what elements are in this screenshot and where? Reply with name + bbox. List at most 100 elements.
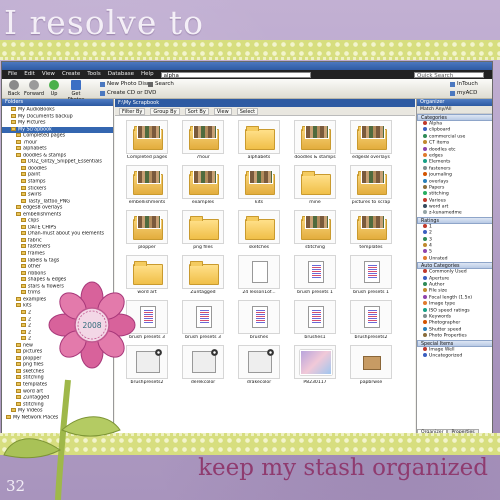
thumbnail-item[interactable]: png files	[177, 210, 229, 252]
thumbnail-item[interactable]: P8230117	[289, 345, 341, 387]
group-by-dropdown[interactable]: Group By	[150, 107, 180, 115]
thumbnail-frame	[182, 345, 224, 379]
disc-icon	[100, 81, 105, 87]
thumbnail-label: doodles & stamps	[294, 155, 336, 160]
auto-category-item-label: Author	[429, 282, 445, 288]
menu-edit[interactable]: Edit	[24, 70, 35, 79]
thumbnail-item[interactable]: brush presets 1	[289, 255, 341, 297]
thumbnail-item[interactable]: brushpresets2	[345, 300, 397, 342]
new-photo-disc-link[interactable]: New Photo Disc	[100, 81, 150, 87]
thumbnail-item[interactable]: doodles & stamps	[289, 120, 341, 162]
tag-color-icon	[423, 236, 427, 241]
thumbnail-item[interactable]: stitching	[289, 210, 341, 252]
select-dropdown[interactable]: Select	[236, 107, 259, 115]
thumbnail-item[interactable]: brushes1	[289, 300, 341, 342]
special-item[interactable]: Uncategorized	[417, 352, 492, 359]
thumbnail-label: plopper	[138, 245, 156, 250]
folders-header: Folders	[2, 99, 113, 106]
menu-create[interactable]: Create	[62, 70, 80, 79]
create-cd-link[interactable]: Create CD or DVD	[100, 90, 156, 96]
menu-view[interactable]: View	[42, 70, 55, 79]
thumbnail-item[interactable]: Completed pages	[121, 120, 173, 162]
thumbnail-frame	[238, 120, 280, 154]
folder-icon	[16, 211, 21, 216]
myacd-icon	[450, 90, 455, 96]
thumbnail-label: brushpresets2	[354, 335, 388, 340]
tag-color-icon	[423, 152, 427, 157]
thumbnail-item[interactable]: derekcolor	[177, 345, 229, 387]
folder-icon	[301, 171, 331, 195]
thumbnail-item[interactable]: kits	[233, 165, 285, 207]
menu-help[interactable]: Help	[141, 70, 154, 79]
category-item-label: Papers	[429, 185, 445, 191]
up-arrow-icon	[49, 80, 59, 90]
search-link[interactable]: Search	[148, 81, 174, 87]
thumbnail-label: brush presets 3	[185, 335, 221, 340]
flower-embellishment: 2008	[3, 281, 136, 500]
tag-color-icon	[423, 326, 427, 331]
myacd-link[interactable]: myACD	[450, 90, 477, 96]
thumbnail-item[interactable]: embellishments	[121, 165, 173, 207]
thumbnail-item[interactable]: plopper	[121, 210, 173, 252]
thumbnail-item[interactable]: edges8 overlays	[345, 120, 397, 162]
tag-color-icon	[423, 352, 427, 357]
auto-categories-section-header[interactable]: Auto Categories	[417, 262, 492, 270]
folder-label: My Pictures	[18, 120, 46, 126]
special-items-section-header[interactable]: Special Items	[417, 339, 492, 347]
special-item-label: Image Well	[429, 347, 455, 352]
intouch-icon	[450, 81, 455, 87]
thumbnail-frame	[350, 120, 392, 154]
thumbnail-item[interactable]: pictures to scrap	[345, 165, 397, 207]
thumbnail-item[interactable]: 7hour	[177, 120, 229, 162]
sort-by-dropdown[interactable]: Sort By	[184, 107, 209, 115]
forward-button[interactable]: Forward	[24, 80, 44, 97]
up-button[interactable]: Up	[44, 80, 64, 97]
thumbnail-label: drakecolor	[246, 380, 272, 385]
menu-database[interactable]: Database	[108, 70, 134, 79]
thumbnail-label: P8230117	[303, 380, 327, 385]
thumbnail-frame	[350, 300, 392, 334]
quick-search-input[interactable]: Quick Search	[414, 71, 484, 79]
forward-arrow-icon	[29, 80, 39, 90]
folder-label: 7hour	[23, 140, 38, 146]
thumbnail-item[interactable]: brush presets 3	[177, 300, 229, 342]
back-arrow-icon	[9, 80, 19, 90]
flower-head: 2008	[48, 281, 136, 369]
folder-icon	[11, 126, 16, 131]
thumbnail-item[interactable]: brush presets 1	[345, 255, 397, 297]
tag-color-icon	[423, 243, 427, 248]
view-dropdown[interactable]: View	[213, 107, 232, 115]
flower-stem	[55, 379, 71, 500]
tag-color-icon	[423, 346, 427, 351]
folder-icon	[21, 172, 26, 177]
tag-color-icon	[423, 127, 427, 132]
categories-section-header[interactable]: Categories	[417, 114, 492, 121]
menu-file[interactable]: File	[8, 70, 17, 79]
leaf-right	[61, 416, 121, 437]
menu-tools[interactable]: Tools	[87, 70, 101, 79]
thumbnail-item[interactable]: alphabets	[233, 120, 285, 162]
thumbnail-item[interactable]: brushes	[233, 300, 285, 342]
ratings-section-header[interactable]: Ratings	[417, 216, 492, 224]
thumbnail-item[interactable]: mine	[289, 165, 341, 207]
tag-color-icon	[423, 281, 427, 286]
auto-category-item-label: Photographer	[429, 320, 461, 326]
thumbnail-item[interactable]: Zuntagged	[177, 255, 229, 297]
thumbnail-item[interactable]: examples	[177, 165, 229, 207]
thumbnail-item[interactable]: sketches	[233, 210, 285, 252]
thumbnail-item[interactable]: drakecolor	[233, 345, 285, 387]
address-input[interactable]: alpha	[160, 71, 311, 79]
thumbnail-item[interactable]: templates	[345, 210, 397, 252]
thumbnail-frame	[350, 345, 392, 379]
thumbnail-label: templates	[359, 245, 383, 250]
tag-color-icon	[423, 184, 427, 189]
brush-preset-file-icon	[364, 306, 380, 328]
thumbnail-grid: Completed pages 7hour alphabets doodles & s…	[115, 116, 415, 391]
filter-by-dropdown[interactable]: Filter By	[119, 107, 146, 115]
intouch-link[interactable]: InTouch	[450, 81, 478, 87]
back-button[interactable]: Back	[4, 80, 24, 97]
thumbnail-item[interactable]: papbrwse	[345, 345, 397, 387]
thumbnail-item[interactable]: 24 lesson1of...	[233, 255, 285, 297]
match-any-all-dropdown[interactable]: Match Any/All	[417, 106, 492, 114]
thumbnail-label: papbrwse	[359, 380, 383, 385]
